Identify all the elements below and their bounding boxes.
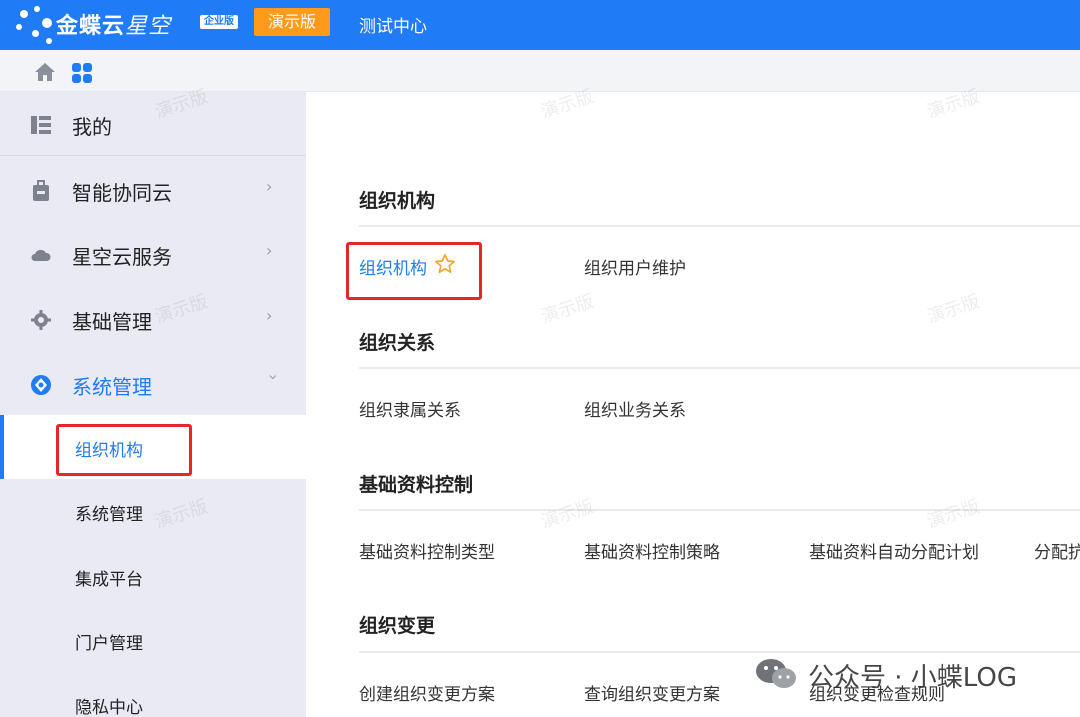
briefcase-icon (33, 180, 49, 201)
link-org-affiliation[interactable]: 组织隶属关系 (359, 396, 461, 421)
sidebar: 我的 智能协同云 › 星空云服务 › 基础管理 › 系统管理 › 组织机构 系统… (0, 92, 306, 717)
sidebar-item-label: 系统管理 (72, 375, 152, 399)
sidebar-subitem-integration[interactable]: 集成平台 (0, 544, 306, 608)
logo-icon (14, 4, 54, 48)
link-assign-truncated[interactable]: 分配抗 (1034, 538, 1080, 563)
section-divider (359, 367, 1080, 369)
sidebar-subitem-portal[interactable]: 门户管理 (0, 608, 306, 672)
sidebar-subitem-system-management[interactable]: 系统管理 (0, 479, 306, 543)
brand-name: 金蝶云 (56, 14, 126, 39)
highlight-box (346, 242, 482, 300)
link-control-policy[interactable]: 基础资料控制策略 (584, 538, 720, 563)
section-title: 组织机构 (359, 190, 436, 212)
sidebar-item-basic-management[interactable]: 基础管理 › (0, 287, 306, 351)
top-bar: 金蝶云星空 企业版 演示版 测试中心 (0, 0, 1080, 50)
section-title: 组织关系 (359, 332, 436, 354)
gear-icon (31, 310, 51, 330)
apps-grid-icon[interactable] (72, 63, 94, 83)
cloud-icon (31, 249, 51, 261)
section-title: 基础资料控制 (359, 474, 474, 496)
link-org-user[interactable]: 组织用户维护 (584, 254, 686, 279)
chevron-down-icon: › (264, 374, 283, 381)
workspace-title[interactable]: 测试中心 (359, 12, 427, 37)
sidebar-subitem-label: 门户管理 (75, 634, 143, 654)
sidebar-subitem-label: 系统管理 (75, 505, 143, 525)
section-divider (359, 225, 1080, 227)
sidebar-item-label: 我的 (72, 115, 112, 139)
section-divider (359, 651, 1080, 653)
link-query-change[interactable]: 查询组织变更方案 (584, 680, 720, 705)
sidebar-item-label: 智能协同云 (72, 181, 172, 205)
sidebar-item-cloud-service[interactable]: 星空云服务 › (0, 222, 306, 286)
brand-sub: 星空 (125, 14, 172, 39)
selection-indicator (0, 415, 4, 479)
brand-title: 金蝶云星空 (56, 8, 171, 40)
demo-badge: 演示版 (254, 8, 330, 36)
chevron-right-icon: › (266, 177, 273, 196)
sidebar-item-system-management[interactable]: 系统管理 › (0, 352, 306, 416)
link-create-change[interactable]: 创建组织变更方案 (359, 680, 495, 705)
home-icon[interactable] (34, 62, 56, 82)
section-divider (359, 509, 1080, 511)
highlight-box (56, 424, 192, 476)
chevron-right-icon: › (266, 306, 273, 325)
sidebar-item-collab-cloud[interactable]: 智能协同云 › (0, 158, 306, 222)
edition-badge: 企业版 (200, 15, 238, 29)
sidebar-item-mine[interactable]: 我的 (0, 92, 306, 156)
list-icon (31, 116, 51, 134)
chevron-right-icon: › (266, 241, 273, 260)
sidebar-item-label: 基础管理 (72, 310, 152, 334)
link-org-business[interactable]: 组织业务关系 (584, 396, 686, 421)
sidebar-subitem-privacy[interactable]: 隐私中心 (0, 672, 306, 717)
sidebar-subitem-label: 集成平台 (75, 570, 143, 590)
sidebar-subitem-label: 隐私中心 (75, 698, 143, 717)
link-auto-assign[interactable]: 基础资料自动分配计划 (809, 538, 979, 563)
system-icon (31, 375, 51, 395)
link-control-type[interactable]: 基础资料控制类型 (359, 538, 495, 563)
wechat-text: 公众号 · 小蝶LOG (808, 663, 1017, 693)
wechat-icon (756, 659, 796, 688)
sidebar-item-label: 星空云服务 (72, 245, 172, 269)
section-title: 组织变更 (359, 615, 436, 637)
sub-toolbar (0, 50, 1080, 92)
